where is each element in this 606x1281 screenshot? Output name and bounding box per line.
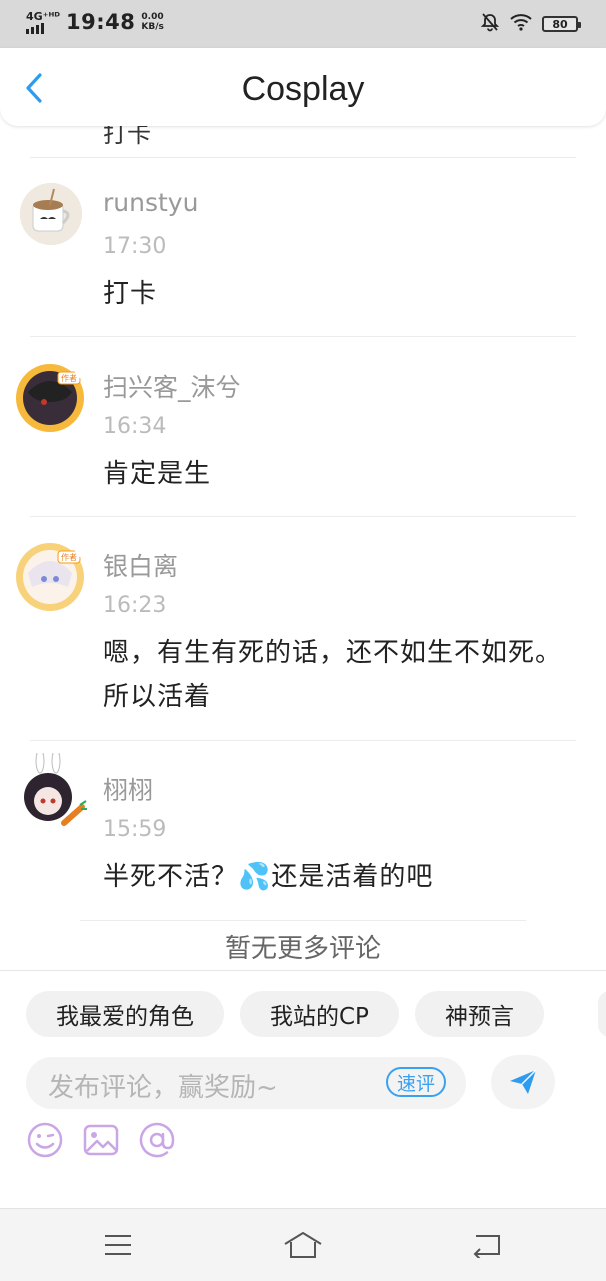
comment-input-placeholder: 发布评论，赢奖励~ [48,1073,278,1103]
quick-comment-button[interactable]: 速评 [385,1067,446,1097]
divider [30,336,576,337]
nav-back-button[interactable] [466,1227,506,1263]
divider [80,920,526,921]
composer-tools [26,1121,176,1159]
divider [30,516,576,517]
net-speed-unit: KB/s [141,22,164,32]
comment-text: 打卡 [103,279,158,309]
avatar[interactable] [14,753,88,839]
status-left: 4G⁺ᴴᴰ 19:48 0.00 KB/s [26,10,164,34]
comment-username[interactable]: 银白离 [103,547,178,583]
battery-icon: 80 [542,16,581,32]
page-title: Cosplay [241,70,365,108]
no-more-comments: 暂无更多评论 [224,934,381,964]
svg-text:作者: 作者 [61,552,77,562]
mute-bell-icon [480,12,500,36]
comment-time: 16:23 [103,593,167,618]
network-type: 4G⁺ᴴᴰ [26,9,61,23]
topic-chip[interactable]: 我站的CP [240,991,399,1037]
menu-icon [105,1235,131,1255]
comment-text: 嗯，有生有死的话，还不如生不如死。所以活着 [103,638,563,712]
comment-time: 17:30 [103,234,167,259]
image-button[interactable] [82,1121,120,1159]
signal-icon: 4G⁺ᴴᴰ [26,11,60,34]
topic-chip[interactable]: 我最爱的角色 [26,991,224,1037]
comment-input[interactable]: 发布评论，赢奖励~ 速评 [26,1057,466,1109]
send-button[interactable] [491,1055,555,1109]
net-speed: 0.00 KB/s [141,12,163,32]
net-speed-value: 0.00 [141,12,164,22]
topic-chip-partial[interactable] [598,991,606,1037]
emoji-icon [27,1122,63,1158]
system-nav-bar [0,1208,606,1281]
comment-composer: 我最爱的角色 我站的CP 神预言 发布评论，赢奖励~ 速评 [0,970,606,1209]
comment-text: 半死不活？💦还是活着的吧 [103,862,434,892]
wifi-icon [510,13,532,35]
comment-list[interactable]: 打卡 runstyu 17:30 打卡 作者 扫兴客_沫兮 16:34 肯定是生… [0,126,606,970]
comment-username[interactable]: 栩栩 [103,771,153,807]
home-button[interactable] [283,1227,323,1263]
mention-button[interactable] [138,1121,176,1159]
send-icon [510,1069,537,1094]
app-header: Cosplay [0,48,606,126]
menu-button[interactable] [98,1227,138,1263]
avatar[interactable]: 作者 [14,362,86,434]
avatar[interactable]: 作者 [14,541,86,613]
at-icon [139,1122,175,1158]
home-icon [284,1232,322,1258]
status-bar: 4G⁺ᴴᴰ 19:48 0.00 KB/s 80 [0,0,606,48]
comment-username[interactable]: 扫兴客_沫兮 [103,368,241,404]
battery-level: 80 [552,17,568,31]
svg-text:作者: 作者 [61,373,77,383]
divider [30,740,576,741]
comment-time: 16:34 [103,414,167,439]
image-icon [83,1124,119,1156]
comment-username[interactable]: runstyu [103,188,198,217]
status-right: 80 [480,12,581,36]
topic-chips: 我最爱的角色 我站的CP 神预言 [26,991,544,1037]
divider [30,157,576,158]
partial-comment-text: 打卡 [103,126,151,148]
clock: 19:48 [66,10,136,34]
emoji-button[interactable] [26,1121,64,1159]
avatar[interactable] [20,183,82,245]
comment-time: 15:59 [103,817,167,842]
topic-chip[interactable]: 神预言 [414,991,544,1037]
back-icon [473,1235,500,1258]
comment-text: 肯定是生 [103,459,212,489]
